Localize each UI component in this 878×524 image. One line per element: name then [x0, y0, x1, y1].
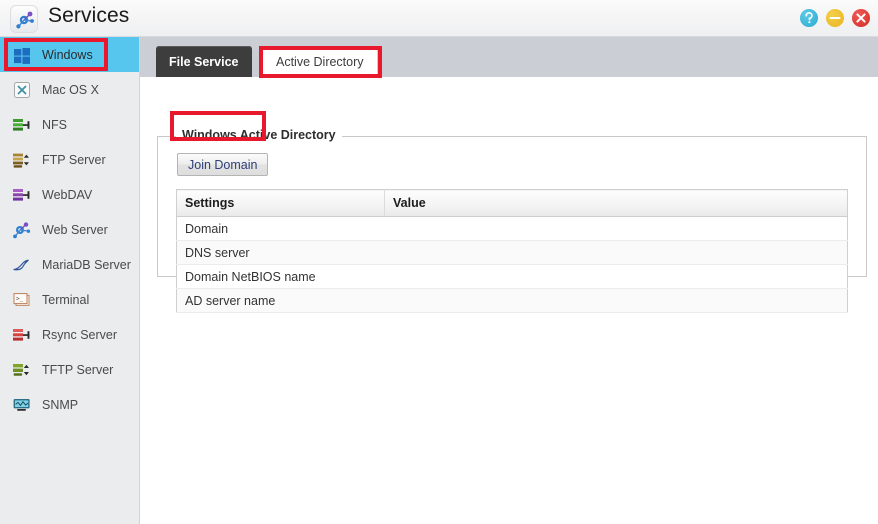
cell-value: [384, 216, 848, 241]
sidebar-item-label: Rsync Server: [42, 327, 118, 342]
sidebar-item-rsync-server[interactable]: Rsync Server: [0, 317, 139, 352]
tab-bar: File Service Active Directory: [140, 37, 878, 77]
minimize-button[interactable]: [826, 9, 844, 27]
table-row[interactable]: Domain NetBIOS name: [176, 264, 848, 289]
mac-x-icon: [11, 79, 33, 101]
close-button[interactable]: [852, 9, 870, 27]
column-header-value: Value: [384, 189, 848, 217]
mariadb-seal-icon: [11, 254, 33, 276]
cell-value: [384, 264, 848, 289]
sidebar-item-label: MariaDB Server: [42, 257, 131, 272]
join-domain-label: Join Domain: [188, 157, 258, 172]
cell-setting: DNS server: [176, 240, 385, 265]
sidebar-item-nfs[interactable]: NFS: [0, 107, 139, 142]
column-header-settings: Settings: [176, 189, 385, 217]
main-panel: File Service Active Directory Windows Ac…: [140, 37, 878, 524]
table-header-row: Settings Value: [176, 189, 848, 217]
sidebar-item-label: Terminal: [42, 292, 90, 307]
svg-text:>_: >_: [16, 295, 24, 302]
sidebar-item-webdav[interactable]: WebDAV: [0, 177, 139, 212]
rsync-server-icon: [11, 324, 33, 346]
sidebar-item-label: Windows: [42, 47, 93, 62]
tab-file-service[interactable]: File Service: [156, 46, 252, 77]
sidebar-item-label: Web Server: [42, 222, 108, 237]
table-row[interactable]: AD server name: [176, 288, 848, 313]
tftp-server-icon: [11, 359, 33, 381]
sidebar-item-ftp-server[interactable]: FTP Server: [0, 142, 139, 177]
sidebar-item-snmp[interactable]: SNMP: [0, 387, 139, 422]
sidebar-item-label: FTP Server: [42, 152, 106, 167]
sidebar-item-web-server[interactable]: Web Server: [0, 212, 139, 247]
cell-setting: AD server name: [176, 288, 385, 313]
cell-setting: Domain: [176, 216, 385, 241]
nfs-server-icon: [11, 114, 33, 136]
help-button[interactable]: [800, 9, 818, 27]
group-legend: Windows Active Directory: [176, 128, 342, 142]
sidebar-item-tftp-server[interactable]: TFTP Server: [0, 352, 139, 387]
terminal-icon: >_: [11, 289, 33, 311]
ad-settings-table: Settings Value Domain DNS server Domain …: [176, 189, 848, 313]
tab-content-active-directory: Windows Active Directory Join Domain Set…: [140, 77, 878, 524]
webdav-server-icon: [11, 184, 33, 206]
window-header: Services: [0, 0, 878, 37]
sidebar-item-mariadb-server[interactable]: MariaDB Server: [0, 247, 139, 282]
web-server-icon: [11, 219, 33, 241]
sidebar-item-terminal[interactable]: >_ Terminal: [0, 282, 139, 317]
page-title: Services: [48, 4, 130, 27]
sidebar-item-mac-os-x[interactable]: Mac OS X: [0, 72, 139, 107]
sidebar-item-label: SNMP: [42, 397, 79, 412]
snmp-monitor-icon: [11, 394, 33, 416]
window-controls: [800, 9, 870, 27]
windows-logo-icon: [11, 44, 33, 66]
sidebar-item-label: WebDAV: [42, 187, 93, 202]
cell-value: [384, 288, 848, 313]
table-row[interactable]: DNS server: [176, 240, 848, 265]
join-domain-button[interactable]: Join Domain: [177, 153, 269, 176]
ftp-server-icon: [11, 149, 33, 171]
cell-setting: Domain NetBIOS name: [176, 264, 385, 289]
sidebar-item-label: TFTP Server: [42, 362, 114, 377]
services-node-icon: [10, 5, 38, 33]
tab-label: File Service: [169, 54, 239, 69]
tab-active-directory[interactable]: Active Directory: [263, 46, 377, 77]
sidebar: Windows Mac OS X NFS FTP Server WebDAV W…: [0, 37, 140, 524]
windows-active-directory-group: Windows Active Directory Join Domain Set…: [157, 128, 867, 313]
sidebar-item-label: Mac OS X: [42, 82, 99, 97]
sidebar-item-label: NFS: [42, 117, 67, 132]
cell-value: [384, 240, 848, 265]
table-row[interactable]: Domain: [176, 216, 848, 241]
sidebar-item-windows[interactable]: Windows: [0, 37, 139, 72]
tab-label: Active Directory: [276, 54, 364, 69]
